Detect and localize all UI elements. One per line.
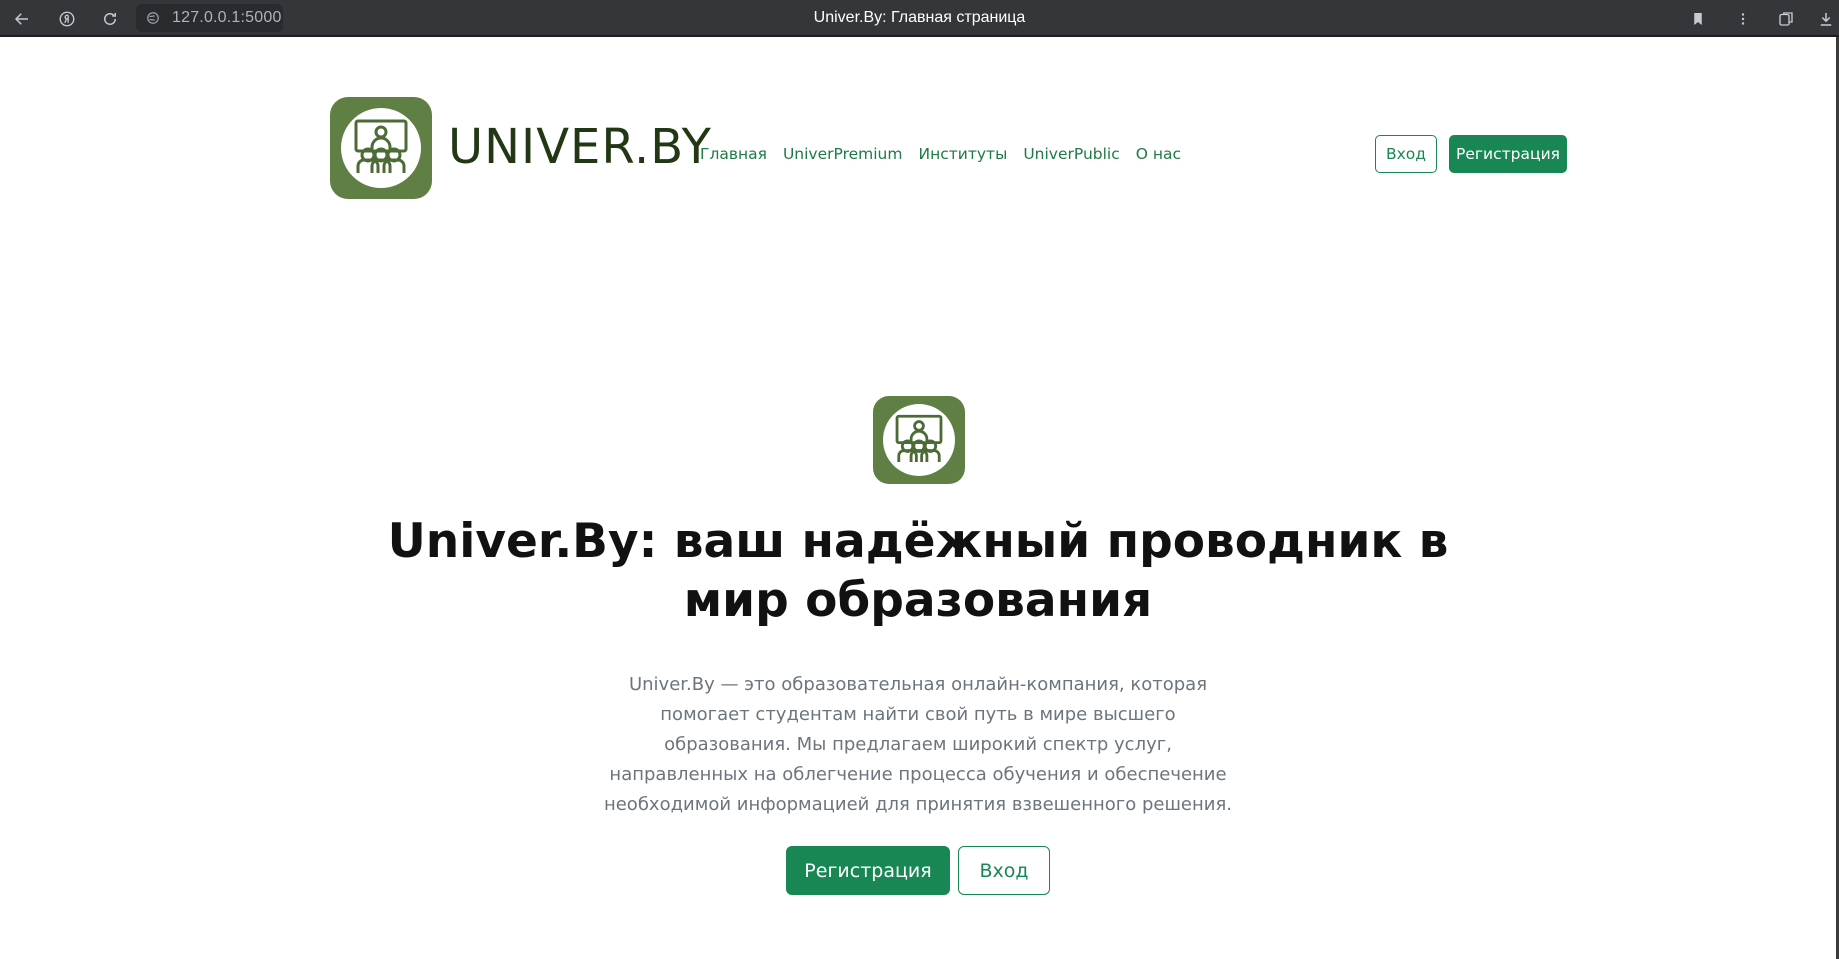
site-info-icon[interactable] xyxy=(146,11,160,25)
header-login-button[interactable]: Вход xyxy=(1375,135,1437,173)
header-register-button[interactable]: Регистрация xyxy=(1449,135,1567,173)
hero-title: Univer.By: ваш надёжный проводник в мир … xyxy=(387,514,1449,628)
hero-description: Univer.By — это образовательная онлайн-к… xyxy=(603,674,1233,815)
yandex-icon[interactable] xyxy=(55,7,79,31)
more-icon[interactable] xyxy=(1731,7,1755,31)
hero-register-button[interactable]: Регистрация xyxy=(786,846,950,895)
brand-name[interactable]: UNIVER.BY xyxy=(448,119,712,175)
url-text[interactable]: 127.0.0.1:5000 xyxy=(172,9,282,27)
extensions-icon[interactable] xyxy=(1774,7,1798,31)
download-icon[interactable] xyxy=(1814,7,1838,31)
address-bar[interactable]: 127.0.0.1:5000 xyxy=(136,4,283,32)
hero-login-button[interactable]: Вход xyxy=(958,846,1050,895)
main-nav: Главная UniverPremium Институты UniverPu… xyxy=(700,145,1181,163)
nav-link-public[interactable]: UniverPublic xyxy=(1023,145,1119,163)
hero-actions: Регистрация Вход xyxy=(786,846,1050,895)
bookmark-icon[interactable] xyxy=(1686,7,1710,31)
site-header: UNIVER.BY Главная UniverPremium Институт… xyxy=(330,97,1567,201)
reload-icon[interactable] xyxy=(98,7,122,31)
logo-icon[interactable] xyxy=(330,97,432,199)
hero-logo-icon xyxy=(873,396,965,484)
nav-link-about[interactable]: О нас xyxy=(1136,145,1181,163)
nav-link-institutes[interactable]: Институты xyxy=(918,145,1007,163)
browser-toolbar: 127.0.0.1:5000 Univer.By: Главная страни… xyxy=(0,0,1839,37)
back-icon[interactable] xyxy=(10,7,34,31)
nav-link-premium[interactable]: UniverPremium xyxy=(783,145,903,163)
nav-link-main[interactable]: Главная xyxy=(700,145,767,163)
